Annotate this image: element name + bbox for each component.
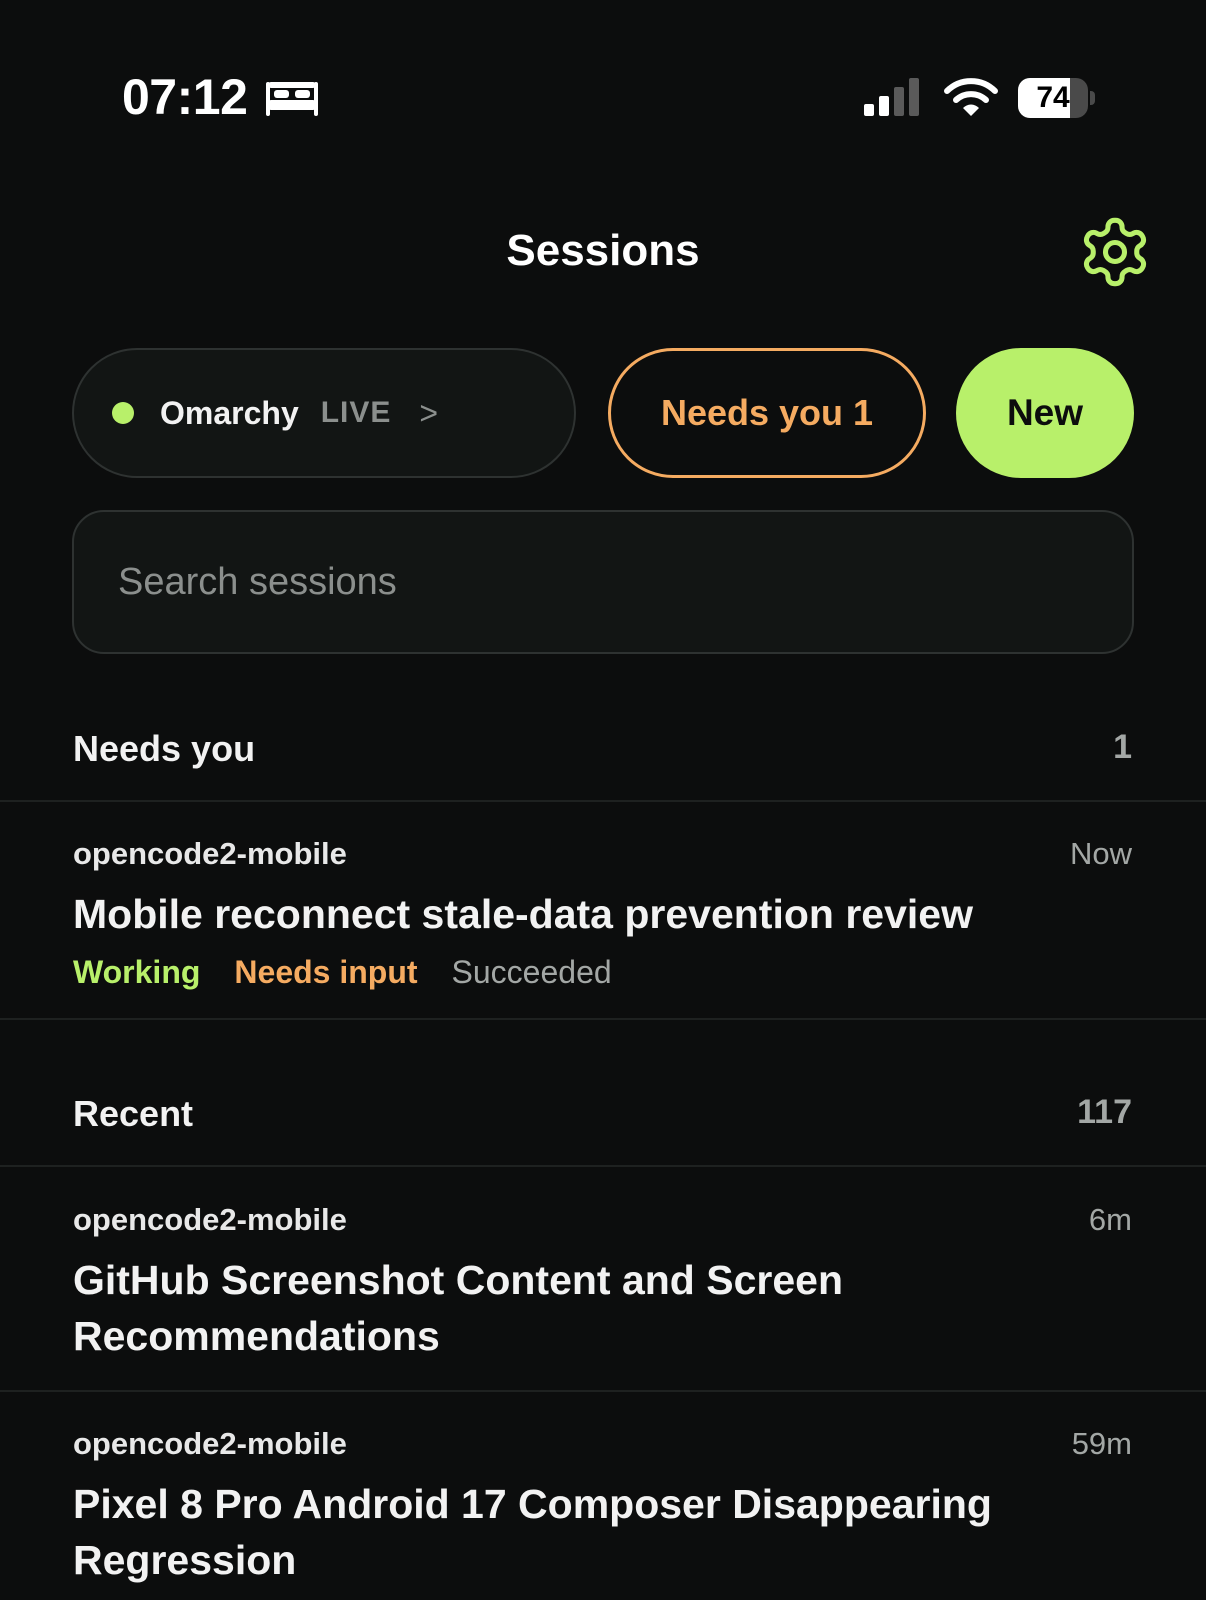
divider — [0, 800, 1206, 802]
battery-body: 74 — [1018, 78, 1088, 118]
session-project: opencode2-mobile — [73, 1202, 347, 1237]
session-title-continued: Regression — [73, 1537, 297, 1583]
battery-tip — [1090, 91, 1095, 105]
server-selector[interactable]: Omarchy LIVE > — [72, 348, 576, 478]
live-status-dot — [112, 402, 134, 424]
section-title: Needs you — [73, 728, 256, 769]
divider — [0, 1390, 1206, 1392]
session-project: opencode2-mobile — [73, 1426, 347, 1461]
session-title: Mobile reconnect stale-data prevention r… — [73, 891, 973, 937]
status-succeeded: Succeeded — [451, 954, 612, 990]
session-title-continued: Recommendations — [73, 1313, 440, 1359]
needs-you-filter-button[interactable]: Needs you 1 — [608, 348, 926, 478]
status-time: 07:12 — [122, 69, 248, 125]
new-session-button[interactable]: New — [956, 348, 1134, 478]
divider — [0, 1018, 1206, 1020]
session-row[interactable]: opencode2-mobile 6m GitHub Screenshot Co… — [0, 1202, 1206, 1380]
battery-indicator: 74 — [1018, 78, 1095, 118]
session-title: Pixel 8 Pro Android 17 Composer Disappea… — [73, 1481, 992, 1527]
gear-icon[interactable] — [1077, 214, 1153, 290]
session-title: GitHub Screenshot Content and Screen — [73, 1257, 843, 1303]
divider — [0, 1165, 1206, 1167]
session-time: Now — [1069, 836, 1132, 871]
status-needs-input: Needs input — [234, 954, 418, 990]
status-working: Working — [73, 954, 201, 990]
section-count: 1 — [1113, 728, 1132, 766]
session-time: 59m — [1071, 1426, 1132, 1461]
session-time: 6m — [1088, 1202, 1132, 1237]
chevron-right-icon: > — [419, 394, 439, 431]
cellular-signal-icon — [864, 78, 919, 116]
search-input[interactable] — [72, 510, 1134, 654]
session-row[interactable]: opencode2-mobile 59m Pixel 8 Pro Android… — [0, 1426, 1206, 1600]
session-status-line: Working Needs input Succeeded — [73, 954, 612, 991]
needs-you-section-header: Needs you 1 — [0, 728, 1206, 788]
status-bar: 07:12 74 — [0, 0, 1206, 160]
section-count: 117 — [1077, 1093, 1132, 1131]
bed-icon — [266, 82, 318, 116]
server-live-label: LIVE — [320, 396, 392, 429]
recent-section-header: Recent 117 — [0, 1093, 1206, 1153]
page-title: Sessions — [506, 226, 700, 275]
section-title: Recent — [73, 1093, 194, 1134]
wifi-icon — [944, 78, 998, 116]
session-project: opencode2-mobile — [73, 836, 347, 871]
battery-percent: 74 — [1036, 81, 1070, 114]
server-name: Omarchy — [160, 394, 299, 431]
session-row[interactable]: opencode2-mobile Now Mobile reconnect st… — [0, 836, 1206, 1016]
